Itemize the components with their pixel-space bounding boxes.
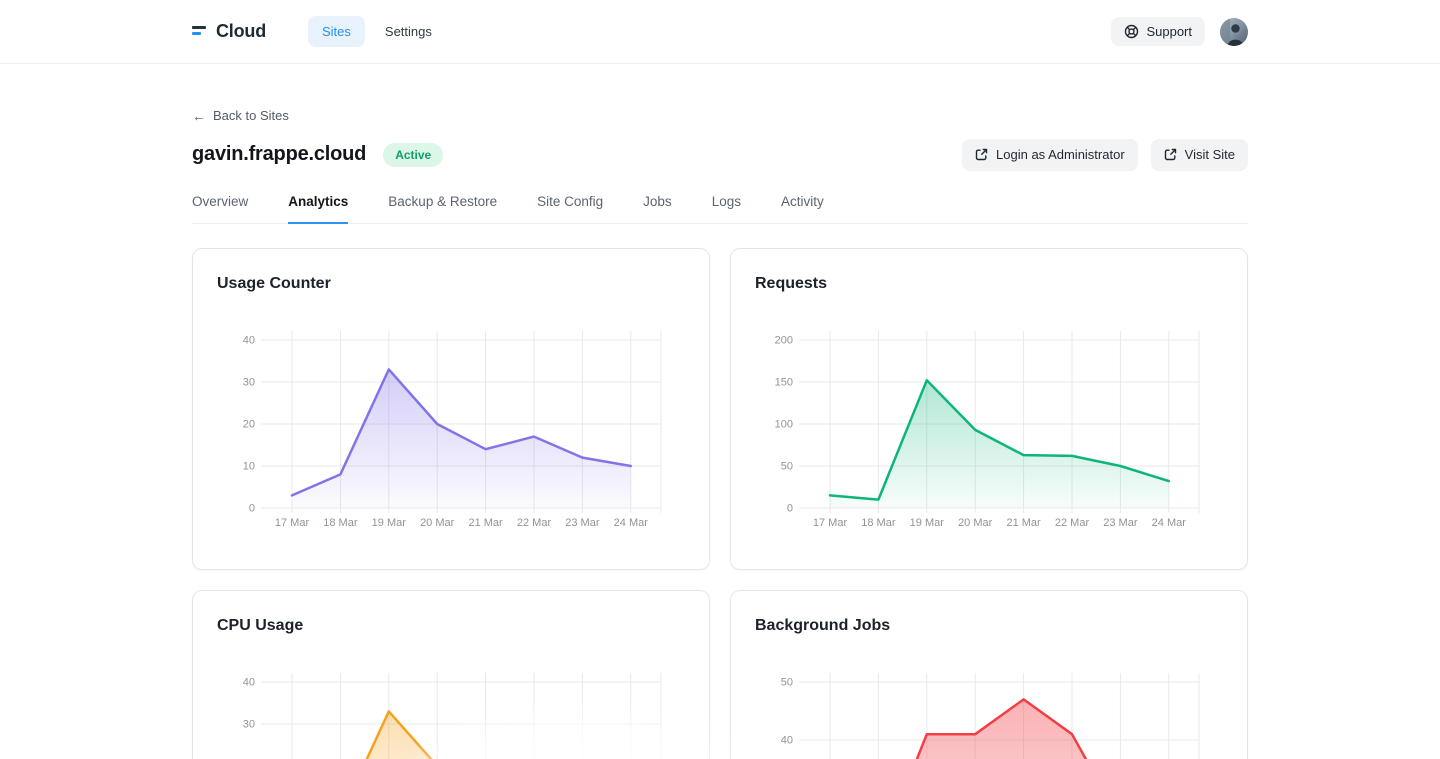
external-link-icon: [1164, 148, 1177, 161]
svg-text:17 Mar: 17 Mar: [813, 517, 848, 529]
user-avatar[interactable]: [1220, 18, 1248, 46]
svg-text:22 Mar: 22 Mar: [1055, 517, 1090, 529]
svg-text:18 Mar: 18 Mar: [323, 517, 358, 529]
back-link-label: Back to Sites: [213, 108, 289, 123]
svg-text:40: 40: [243, 676, 255, 688]
chart-title: Usage Counter: [217, 273, 685, 295]
svg-text:200: 200: [775, 334, 793, 346]
svg-text:150: 150: [775, 376, 793, 388]
svg-text:18 Mar: 18 Mar: [861, 517, 896, 529]
primary-nav: SitesSettings: [308, 16, 446, 47]
support-button[interactable]: Support: [1111, 17, 1205, 46]
tab-jobs[interactable]: Jobs: [643, 194, 672, 224]
requests-chart: 200 150 100 50 0 17 Mar 18 Mar 19 Mar 20 Mar 21 M…: [755, 321, 1225, 543]
avatar-photo: [1220, 18, 1248, 46]
site-tabs: Overview Analytics Backup & Restore Site Co…: [192, 194, 1248, 224]
svg-text:23 Mar: 23 Mar: [1103, 517, 1138, 529]
svg-text:20 Mar: 20 Mar: [958, 517, 993, 529]
svg-text:21 Mar: 21 Mar: [1006, 517, 1041, 529]
svg-text:0: 0: [249, 502, 255, 514]
svg-text:24 Mar: 24 Mar: [1152, 517, 1187, 529]
nav-item-settings[interactable]: Settings: [371, 16, 446, 47]
chart-card-usage-counter: Usage Counter 40 30 20 10 0 17 Mar 18 Mar 19 Mar…: [192, 248, 710, 570]
lifebuoy-icon: [1124, 24, 1139, 39]
button-label: Login as Administrator: [996, 147, 1125, 162]
background-jobs-chart: 5040302010017 Mar18 Mar19 Mar20 Mar21 Ma…: [755, 663, 1225, 759]
tab-analytics[interactable]: Analytics: [288, 194, 348, 224]
svg-text:19 Mar: 19 Mar: [372, 517, 407, 529]
site-title-row: gavin.frappe.cloud Active Login as Admin…: [192, 139, 1248, 171]
chart-area: 40302010017 Mar18 Mar19 Mar20 Mar21 Mar2…: [217, 663, 685, 759]
nav-item-sites[interactable]: Sites: [308, 16, 365, 47]
chart-card-background-jobs: Background Jobs5040302010017 Mar18 Mar19…: [730, 590, 1248, 759]
tab-overview[interactable]: Overview: [192, 194, 248, 224]
svg-text:23 Mar: 23 Mar: [565, 517, 600, 529]
visit-site-button[interactable]: Visit Site: [1151, 139, 1248, 171]
svg-text:24 Mar: 24 Mar: [614, 517, 649, 529]
site-actions: Login as Administrator Visit Site: [962, 139, 1248, 171]
svg-text:20: 20: [243, 418, 255, 430]
svg-text:40: 40: [781, 734, 793, 746]
svg-text:22 Mar: 22 Mar: [517, 517, 552, 529]
cpu-usage-chart: 40302010017 Mar18 Mar19 Mar20 Mar21 Mar2…: [217, 663, 687, 759]
svg-text:17 Mar: 17 Mar: [275, 517, 310, 529]
svg-text:40: 40: [243, 334, 255, 346]
svg-text:10: 10: [243, 460, 255, 472]
tab-logs[interactable]: Logs: [712, 194, 741, 224]
frappe-logo-icon: [192, 26, 207, 38]
chart-card-requests: Requests20015010050017 Mar18 Mar19 Mar20…: [730, 248, 1248, 570]
tab-backup-restore[interactable]: Backup & Restore: [388, 194, 497, 224]
external-link-icon: [975, 148, 988, 161]
top-navbar: Cloud SitesSettings Support: [0, 0, 1440, 64]
tab-site-config[interactable]: Site Config: [537, 194, 603, 224]
chart-card-cpu-usage: CPU Usage40302010017 Mar18 Mar19 Mar20 M…: [192, 590, 710, 759]
svg-text:19 Mar: 19 Mar: [910, 517, 945, 529]
page-title: gavin.frappe.cloud: [192, 143, 366, 166]
svg-text:21 Mar: 21 Mar: [468, 517, 503, 529]
back-to-sites-link[interactable]: ← Back to Sites: [192, 108, 289, 123]
chart-area: 200 150 100 50 0 17 Mar 18 Mar 19 Mar 20 Mar 21 M…: [755, 321, 1223, 548]
brand-name: Cloud: [216, 21, 266, 42]
status-badge: Active: [383, 143, 443, 167]
site-dashboard: ← Back to Sites gavin.frappe.cloud Activ…: [192, 64, 1248, 759]
usage-counter-chart: 40 30 20 10 0 17 Mar 18 Mar 19 Mar 20 Mar 21 Mar 2…: [217, 321, 687, 543]
arrow-left-icon: ←: [192, 109, 206, 123]
chart-title: CPU Usage: [217, 615, 685, 637]
chart-area: 40 30 20 10 0 17 Mar 18 Mar 19 Mar 20 Mar 21 Mar 2…: [217, 321, 685, 548]
svg-text:100: 100: [775, 418, 793, 430]
chart-title: Background Jobs: [755, 615, 1223, 637]
svg-text:50: 50: [781, 460, 793, 472]
svg-text:20 Mar: 20 Mar: [420, 517, 455, 529]
chart-area: 5040302010017 Mar18 Mar19 Mar20 Mar21 Ma…: [755, 663, 1223, 759]
svg-text:30: 30: [243, 718, 255, 730]
tab-activity[interactable]: Activity: [781, 194, 824, 224]
support-label: Support: [1146, 24, 1192, 39]
analytics-charts-grid: Usage Counter40302010017 Mar18 Mar19 Mar…: [192, 248, 1248, 759]
login-as-administrator-button[interactable]: Login as Administrator: [962, 139, 1138, 171]
chart-title: Requests: [755, 273, 1223, 295]
svg-text:50: 50: [781, 676, 793, 688]
frappe-cloud-logo[interactable]: Cloud: [192, 21, 266, 42]
svg-text:30: 30: [243, 376, 255, 388]
svg-text:0: 0: [787, 502, 793, 514]
button-label: Visit Site: [1185, 147, 1235, 162]
